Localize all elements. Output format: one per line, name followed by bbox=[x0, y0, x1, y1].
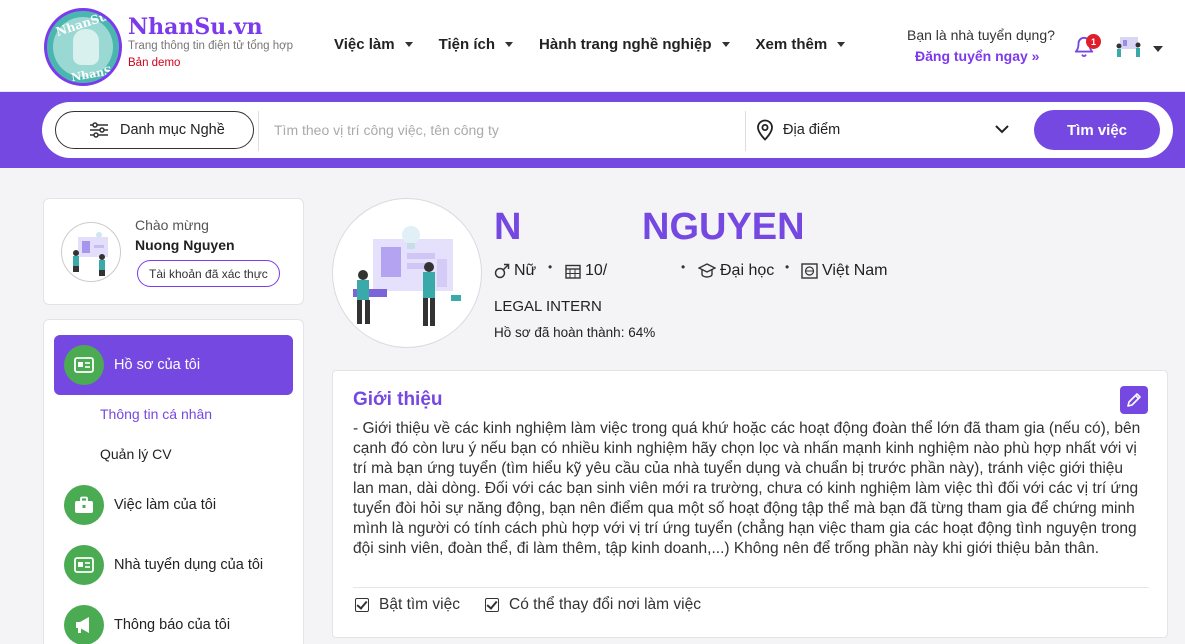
location-divider bbox=[745, 111, 746, 151]
profile-illustration bbox=[353, 226, 461, 326]
user-name: Nuong Nguyen bbox=[135, 237, 235, 253]
sidebar-item-label: Hồ sơ của tôi bbox=[114, 357, 201, 373]
map-pin-icon bbox=[757, 119, 773, 141]
site-header: NhanSu NhanSu NhanSu.vn Trang thông tin … bbox=[0, 0, 1185, 92]
brand-tagline: Trang thông tin điện tử tổng hợp bbox=[128, 40, 294, 52]
profile-first-name: N bbox=[494, 206, 522, 248]
job-search-checkbox[interactable]: Bật tìm việc bbox=[355, 596, 460, 614]
graduation-cap-icon bbox=[698, 263, 716, 278]
sidebar-item-label: Việc làm của tôi bbox=[114, 497, 217, 513]
sidebar-item-label: Nhà tuyển dụng của tôi bbox=[114, 557, 264, 573]
nav-item-career[interactable]: Hành trang nghề nghiệp bbox=[539, 36, 730, 53]
main-nav: Việc làm Tiện ích Hành trang nghề nghiệp… bbox=[334, 36, 871, 53]
nav-item-more[interactable]: Xem thêm bbox=[756, 36, 846, 53]
nav-item-label: Tiện ích bbox=[438, 36, 496, 53]
profile-job-title: LEGAL INTERN bbox=[494, 298, 602, 315]
brand-logo[interactable]: NhanSu NhanSu bbox=[44, 8, 122, 86]
about-heading: Giới thiệu bbox=[353, 389, 443, 410]
birthdate-label: 10/ bbox=[585, 262, 608, 279]
recruiter-question: Bạn là nhà tuyển dụng? bbox=[907, 27, 1055, 43]
nav-item-jobs[interactable]: Việc làm bbox=[334, 36, 413, 53]
separator-dot: • bbox=[681, 260, 686, 274]
brand-name[interactable]: NhanSu.vn bbox=[128, 14, 263, 40]
male-symbol-icon bbox=[494, 263, 510, 279]
chevron-down-icon bbox=[721, 42, 730, 47]
verified-account-badge[interactable]: Tài khoản đã xác thực bbox=[137, 260, 280, 287]
pencil-icon bbox=[1127, 393, 1141, 407]
nav-item-label: Hành trang nghề nghiệp bbox=[539, 36, 712, 53]
profile-birthdate: 10/ bbox=[565, 262, 607, 280]
nav-item-utilities[interactable]: Tiện ích bbox=[438, 36, 514, 53]
profile-education: Đại học bbox=[698, 262, 774, 280]
divider bbox=[353, 587, 1149, 588]
sidebar-item-label: Thông báo của tôi bbox=[114, 617, 231, 633]
sidebar-subitem-personal-info[interactable]: Thông tin cá nhân bbox=[100, 406, 212, 422]
avatar-illustration bbox=[73, 232, 108, 276]
gender-label: Nữ bbox=[514, 262, 537, 279]
avatar[interactable] bbox=[1114, 34, 1144, 60]
chevron-down-icon[interactable] bbox=[1153, 46, 1163, 52]
edit-about-button[interactable] bbox=[1120, 386, 1148, 414]
briefcase-icon bbox=[64, 485, 104, 525]
logo-face bbox=[73, 29, 99, 65]
sidebar-item-my-profile[interactable]: Hồ sơ của tôi bbox=[54, 335, 293, 395]
about-text: - Giới thiệu về các kinh nghiệm làm việc… bbox=[353, 420, 1141, 557]
sidebar-item-my-notifications[interactable]: Thông báo của tôi bbox=[54, 595, 293, 644]
profile-country: Việt Nam bbox=[801, 262, 888, 280]
location-select[interactable]: Địa điểm bbox=[755, 116, 1015, 144]
separator-dot: • bbox=[785, 260, 790, 274]
search-divider bbox=[258, 111, 259, 151]
chevron-down-icon bbox=[837, 42, 846, 47]
checkbox-label: Có thể thay đổi nơi làm việc bbox=[509, 596, 701, 613]
notification-badge: 1 bbox=[1086, 34, 1101, 49]
sidebar-item-my-jobs[interactable]: Việc làm của tôi bbox=[54, 475, 293, 535]
profile-last-name: NGUYEN bbox=[642, 206, 805, 248]
calendar-icon bbox=[565, 264, 581, 279]
job-category-label: Danh mục Nghề bbox=[120, 122, 225, 138]
checkbox-label: Bật tìm việc bbox=[379, 596, 460, 613]
megaphone-icon bbox=[64, 605, 104, 644]
chevron-down-icon bbox=[505, 42, 514, 47]
separator-dot: • bbox=[548, 260, 553, 274]
post-job-link[interactable]: Đăng tuyển ngay » bbox=[915, 48, 1039, 64]
id-card-icon bbox=[64, 345, 104, 385]
checkbox-checked-icon bbox=[485, 598, 499, 612]
find-jobs-button[interactable]: Tìm việc bbox=[1034, 110, 1160, 150]
filter-sliders-icon bbox=[90, 122, 108, 138]
chevron-down-icon bbox=[404, 42, 413, 47]
education-label: Đại học bbox=[720, 262, 775, 279]
globe-frame-icon bbox=[801, 263, 818, 279]
checkbox-checked-icon bbox=[355, 598, 369, 612]
welcome-greeting: Chào mừng bbox=[135, 217, 209, 233]
profile-avatar[interactable] bbox=[332, 198, 482, 348]
location-label: Địa điểm bbox=[783, 122, 841, 138]
job-category-button[interactable]: Danh mục Nghề bbox=[55, 111, 254, 149]
brand-demo-label: Bản demo bbox=[128, 57, 181, 69]
id-card-icon bbox=[64, 545, 104, 585]
nav-item-label: Việc làm bbox=[334, 36, 395, 53]
user-welcome-card: Chào mừng Nuong Nguyen Tài khoản đã xác … bbox=[43, 198, 304, 305]
sidebar-item-my-employers[interactable]: Nhà tuyển dụng của tôi bbox=[54, 535, 293, 595]
profile-completion: Hồ sơ đã hoàn thành: 64% bbox=[494, 325, 656, 340]
avatar[interactable] bbox=[61, 222, 121, 282]
sidebar-subitem-cv-management[interactable]: Quản lý CV bbox=[100, 446, 172, 462]
country-label: Việt Nam bbox=[822, 262, 888, 279]
search-input[interactable] bbox=[274, 116, 734, 144]
relocate-checkbox[interactable]: Có thể thay đổi nơi làm việc bbox=[485, 596, 701, 614]
nav-item-label: Xem thêm bbox=[755, 36, 828, 53]
profile-gender: Nữ bbox=[494, 262, 536, 280]
chevron-down-icon bbox=[995, 125, 1009, 134]
